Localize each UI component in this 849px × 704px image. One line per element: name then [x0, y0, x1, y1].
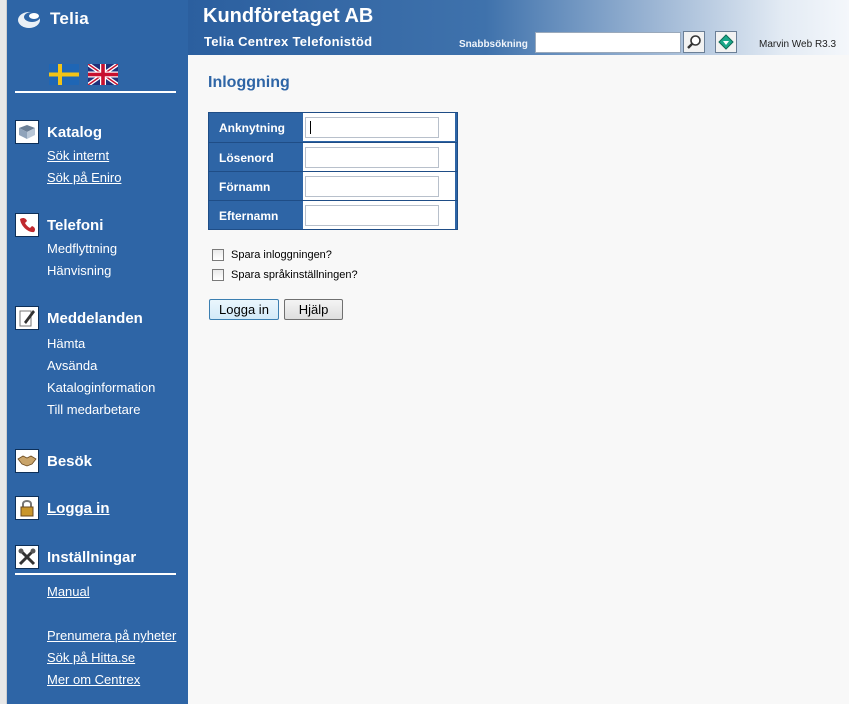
login-form: Anknytning Lösenord Förnamn Efternamn: [208, 112, 458, 230]
uk-flag-icon[interactable]: [88, 64, 118, 85]
besok-title: Besök: [47, 452, 93, 470]
sidebar-link-medflyttning: Medflyttning: [47, 241, 118, 256]
window-edge: [0, 0, 7, 704]
save-login-option: Spara inloggningen?: [212, 249, 332, 261]
field-label: Efternamn: [219, 209, 279, 223]
sidebar-link-sok-eniro[interactable]: Sök på Eniro: [47, 170, 121, 185]
login-button[interactable]: Logga in: [209, 299, 279, 320]
fornamn-input[interactable]: [305, 176, 439, 197]
text-caret: [310, 121, 311, 134]
field-label: Lösenord: [219, 151, 274, 165]
telia-logo: Telia: [17, 8, 89, 30]
losenord-input[interactable]: [305, 147, 439, 168]
sidebar-divider-2: [15, 573, 176, 575]
save-login-label: Spara inloggningen?: [231, 249, 332, 261]
field-row-anknytning: Anknytning: [209, 113, 457, 142]
phone-icon: [15, 213, 39, 237]
field-row-fornamn: Förnamn: [209, 172, 457, 201]
section-installningar[interactable]: Inställningar: [15, 545, 136, 569]
down-arrow-button[interactable]: [715, 31, 737, 53]
sidebar-link-till-medarbetare: Till medarbetare: [47, 402, 141, 417]
sidebar-link-hamta: Hämta: [47, 336, 86, 351]
anknytning-input[interactable]: [305, 117, 439, 138]
pen-paper-icon: [15, 306, 39, 330]
telefoni-title: Telefoni: [47, 216, 104, 234]
section-logga-in[interactable]: Logga in: [15, 496, 110, 520]
section-meddelanden[interactable]: Meddelanden: [15, 306, 143, 330]
language-flags: [49, 64, 118, 85]
logga-in-title: Logga in: [47, 499, 110, 517]
sidebar-link-kataloginformation: Kataloginformation: [47, 380, 156, 395]
save-language-checkbox[interactable]: [212, 269, 224, 281]
field-cell: [303, 201, 455, 229]
section-telefoni[interactable]: Telefoni: [15, 213, 103, 237]
installningar-title: Inställningar: [47, 548, 137, 566]
section-katalog[interactable]: Katalog: [15, 120, 102, 144]
quick-search-input[interactable]: [535, 32, 681, 53]
sidebar-link-centrex[interactable]: Mer om Centrex: [47, 672, 140, 687]
field-cell: [303, 143, 455, 171]
magnifier-icon: [687, 35, 701, 49]
handshake-icon: [15, 449, 39, 473]
meddelanden-title: Meddelanden: [47, 309, 143, 327]
save-language-option: Spara språkinställningen?: [212, 269, 358, 281]
version-label: Marvin Web R3.3: [759, 39, 837, 50]
sidebar: Telia Katalog Sök internt Sök på Eniro T…: [7, 0, 188, 704]
field-label: Förnamn: [219, 180, 271, 194]
field-row-losenord: Lösenord: [209, 143, 457, 172]
sidebar-link-hanvisning: Hänvisning: [47, 263, 112, 278]
field-label: Anknytning: [219, 121, 285, 135]
book-icon: [15, 120, 39, 144]
field-cell: [303, 172, 455, 200]
quick-search-label: Snabbsökning: [459, 39, 528, 50]
sidebar-link-avsanda: Avsända: [47, 358, 98, 373]
field-row-efternamn: Efternamn: [209, 201, 457, 230]
header: Kundföretaget AB Telia Centrex Telefonis…: [188, 0, 849, 55]
efternamn-input[interactable]: [305, 205, 439, 226]
sidebar-link-hitta[interactable]: Sök på Hitta.se: [47, 650, 135, 665]
help-button[interactable]: Hjälp: [284, 299, 343, 320]
logo-text: Telia: [50, 9, 89, 28]
tools-icon: [15, 545, 39, 569]
katalog-title: Katalog: [47, 123, 103, 141]
swedish-flag-icon[interactable]: [49, 64, 79, 85]
company-name: Kundföretaget AB: [203, 5, 374, 27]
app-subtitle: Telia Centrex Telefonistöd: [204, 34, 373, 49]
page-title: Inloggning: [208, 74, 290, 91]
sidebar-link-manual[interactable]: Manual: [47, 584, 90, 599]
sidebar-link-prenumera[interactable]: Prenumera på nyheter: [47, 628, 176, 643]
telia-pebble-icon: [18, 12, 40, 28]
sidebar-divider: [15, 91, 176, 93]
sidebar-link-sok-internt[interactable]: Sök internt: [47, 148, 109, 163]
field-cell: [303, 113, 455, 141]
lock-icon: [15, 496, 39, 520]
search-button[interactable]: [683, 31, 705, 53]
diamond-down-icon: [718, 34, 734, 50]
section-besok[interactable]: Besök: [15, 449, 92, 473]
save-language-label: Spara språkinställningen?: [231, 269, 358, 281]
save-login-checkbox[interactable]: [212, 249, 224, 261]
